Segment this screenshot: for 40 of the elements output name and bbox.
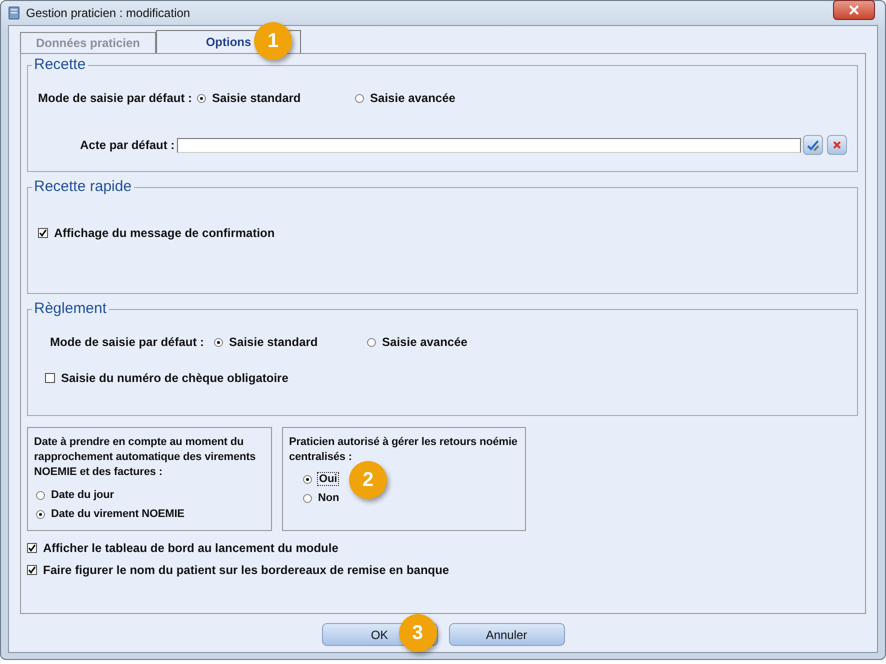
radio-label: Non [318, 492, 340, 504]
field-label: Acte par défaut : [80, 138, 175, 152]
radio-button[interactable] [355, 94, 364, 102]
radio-label: Saisie avancée [370, 91, 456, 105]
checkbox-label: Affichage du message de confirmation [54, 226, 275, 240]
checkbox[interactable] [45, 373, 55, 383]
section-title: Recette rapide [32, 178, 134, 195]
radio-button[interactable] [214, 338, 224, 346]
checkbox[interactable] [38, 228, 48, 238]
radio-button[interactable] [197, 94, 206, 102]
radio-label: Date du jour [51, 489, 114, 501]
checkbox-label: Faire figurer le nom du patient sur les bordereaux de remise en banque [43, 563, 450, 577]
radio-button[interactable] [36, 490, 45, 500]
edit-icon[interactable] [803, 135, 823, 155]
radio-label: Oui [318, 473, 338, 485]
app-icon [8, 6, 20, 20]
radio-label: Saisie avancée [382, 335, 468, 349]
field-label: Date à prendre en compte au moment du rapprochement automatique des virements NOEMIE et des factures : [34, 435, 257, 480]
window-title: Gestion praticien : modification [26, 6, 192, 20]
callout-tooltip: 1 [254, 22, 292, 60]
radio-button[interactable] [367, 338, 376, 346]
clear-icon[interactable] [827, 135, 847, 155]
field-label: Mode de saisie par défaut : [50, 335, 204, 349]
radio-button[interactable] [36, 510, 45, 518]
checkbox[interactable] [27, 565, 37, 575]
close-icon[interactable] [833, 0, 875, 20]
radio-label: Date du virement NOEMIE [51, 508, 184, 520]
checkbox-label: Saisie du numéro de chèque obligatoire [61, 371, 288, 385]
field-label: Mode de saisie par défaut : [38, 91, 192, 105]
dialog-button[interactable]: Annuler [448, 623, 564, 646]
callout-tooltip: 2 [349, 461, 387, 499]
section-title: Règlement [32, 300, 109, 317]
radio-label: Saisie standard [229, 335, 318, 349]
checkbox[interactable] [27, 543, 37, 553]
radio-button[interactable] [303, 494, 312, 502]
radio-button[interactable] [303, 474, 312, 484]
input-field[interactable] [176, 138, 801, 152]
radio-label: Saisie standard [212, 91, 301, 105]
callout-tooltip: 3 [398, 614, 436, 652]
checkbox-label: Afficher le tableau de bord au lancement du module [43, 541, 338, 555]
